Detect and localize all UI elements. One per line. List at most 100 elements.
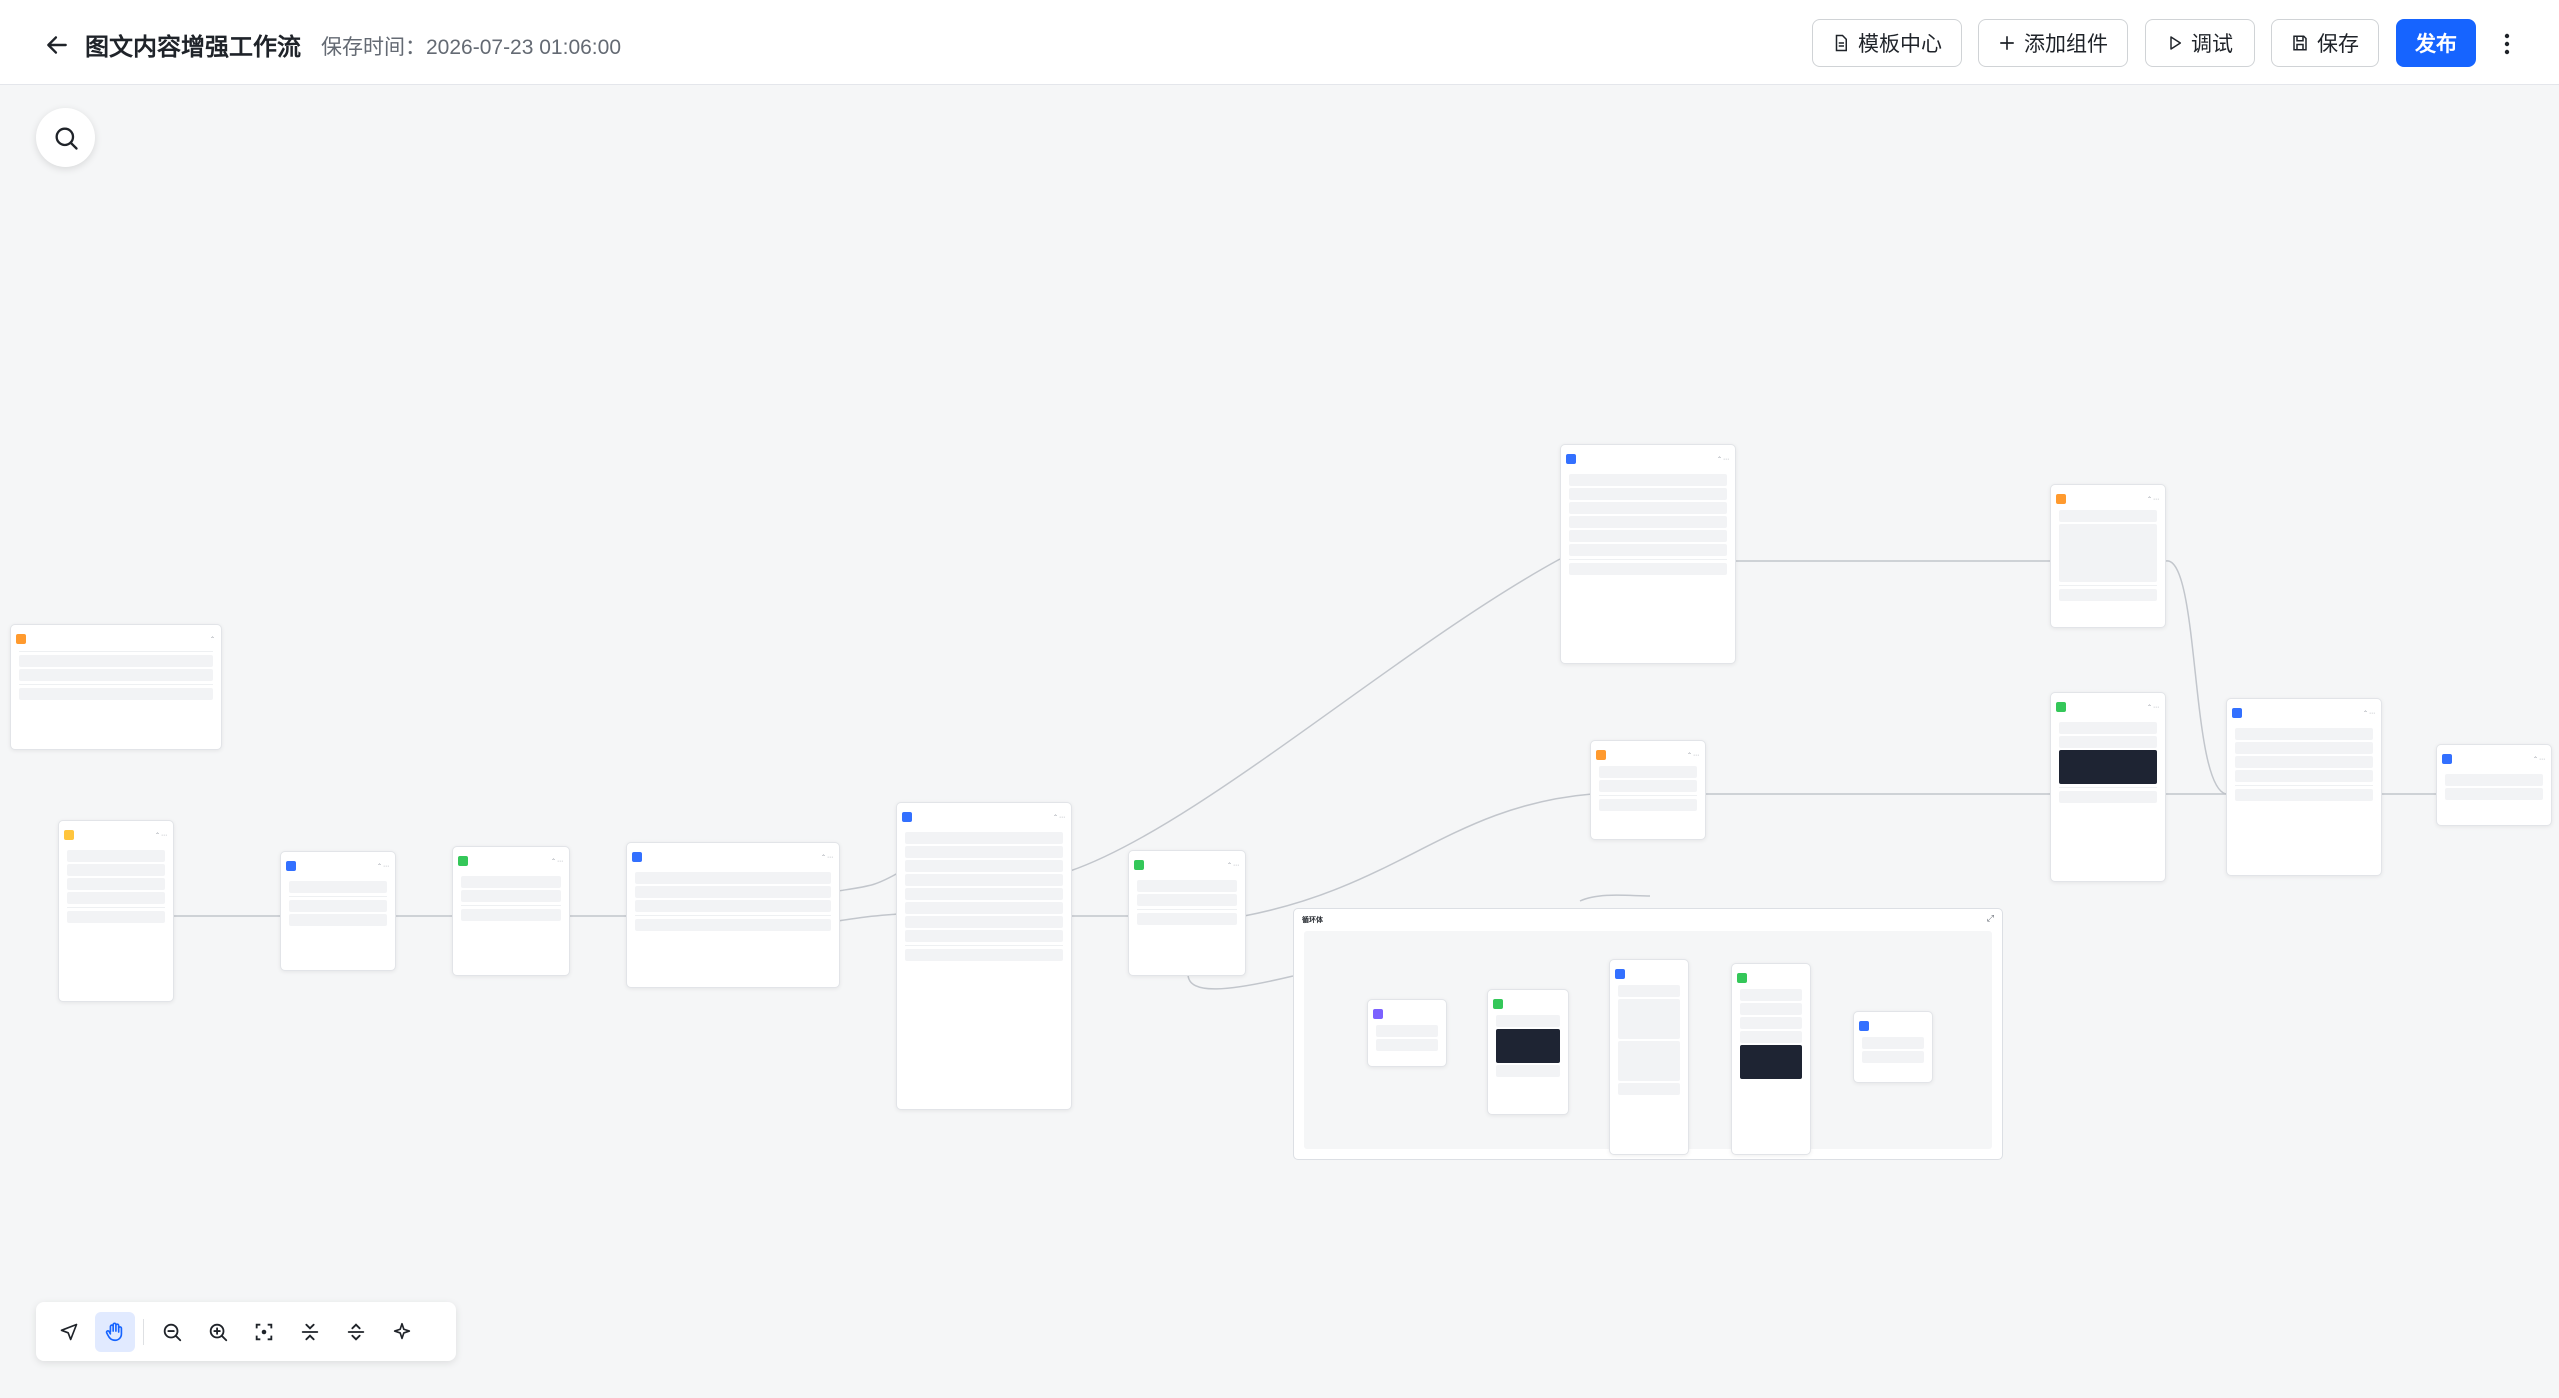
edge	[1579, 894, 1651, 902]
edge	[1069, 558, 1561, 872]
node-type-icon	[1615, 969, 1625, 979]
code-editor[interactable]	[2059, 750, 2157, 784]
workflow-node[interactable]	[1609, 959, 1689, 1155]
workflow-canvas[interactable]: ⌃ ⌃⋯ ⌃⋯ ⌃⋯ ⌃⋯ ⌃⋯ ⌃⋯ ⌃⋯ ⌃⋯ ⌃⋯ ⌃⋯ ⌃⋯ ⌃⋯ 循环…	[0, 86, 2559, 1398]
pointer-tool[interactable]	[49, 1312, 89, 1352]
node-menu-icon[interactable]: ⌃⋯	[2147, 704, 2160, 711]
add-component-label: 添加组件	[2024, 33, 2108, 56]
workflow-node[interactable]	[1487, 989, 1569, 1115]
node-type-icon	[2056, 702, 2066, 712]
collapse-icon	[299, 1321, 321, 1343]
edge-layer	[172, 558, 2436, 1042]
fit-view-button[interactable]	[244, 1312, 284, 1352]
document-icon	[1832, 34, 1850, 52]
loop-group[interactable]: 循环体 ⤢	[1293, 908, 2003, 1160]
add-component-button[interactable]: 添加组件	[1978, 19, 2128, 67]
search-icon	[52, 124, 80, 152]
template-center-button[interactable]: 模板中心	[1812, 19, 1962, 67]
workflow-node[interactable]: ⌃⋯	[2226, 698, 2382, 876]
hand-tool[interactable]	[95, 1311, 135, 1352]
save-time: 保存时间：2026-07-23 01:06:00	[321, 36, 621, 59]
collapse-button[interactable]	[290, 1312, 330, 1352]
node-menu-icon[interactable]: ⌃⋯	[551, 858, 564, 865]
edge	[837, 872, 899, 892]
node-type-icon	[1566, 454, 1576, 464]
workflow-title: 图文内容增强工作流	[85, 34, 301, 61]
workflow-node[interactable]: ⌃⋯	[2050, 692, 2166, 882]
top-bar: 图文内容增强工作流 保存时间：2026-07-23 01:06:00 模板中心 …	[0, 0, 2559, 85]
play-icon	[2167, 35, 2183, 51]
zoom-in-button[interactable]	[198, 1312, 238, 1352]
template-center-label: 模板中心	[1858, 33, 1942, 56]
node-menu-icon[interactable]: ⌃⋯	[377, 863, 390, 870]
node-type-icon	[458, 856, 468, 866]
code-editor[interactable]	[1496, 1029, 1560, 1063]
workflow-node[interactable]: ⌃⋯	[280, 851, 396, 971]
save-icon	[2291, 34, 2309, 52]
node-menu-icon[interactable]: ⌃⋯	[155, 832, 168, 839]
canvas-toolbar	[36, 1302, 456, 1361]
pointer-icon	[59, 1322, 79, 1342]
save-button[interactable]: 保存	[2271, 19, 2379, 67]
node-type-icon	[2232, 708, 2242, 718]
more-button[interactable]	[2492, 26, 2522, 62]
node-type-icon	[1737, 973, 1747, 983]
plus-icon	[1998, 34, 2016, 52]
node-menu-icon[interactable]: ⌃⋯	[1687, 752, 1700, 759]
node-type-icon	[902, 812, 912, 822]
fit-view-icon	[253, 1321, 275, 1343]
edge	[837, 913, 899, 922]
node-collapse-icon[interactable]: ⌃	[210, 636, 216, 643]
zoom-out-icon	[161, 1321, 183, 1343]
node-type-icon	[64, 830, 74, 840]
workflow-node[interactable]	[1853, 1011, 1933, 1083]
node-type-icon	[1596, 750, 1606, 760]
workflow-node[interactable]: ⌃⋯	[896, 802, 1072, 1110]
workflow-node[interactable]: ⌃⋯	[1128, 850, 1246, 976]
loop-group-title: 循环体	[1302, 917, 1323, 924]
arrow-left-icon	[44, 32, 70, 58]
node-type-icon	[16, 634, 26, 644]
publish-button[interactable]: 发布	[2396, 19, 2476, 67]
node-menu-icon[interactable]: ⌃⋯	[821, 854, 834, 861]
workflow-node[interactable]	[1367, 999, 1447, 1067]
workflow-node[interactable]	[1731, 963, 1811, 1155]
toolbar-divider	[143, 1318, 144, 1345]
node-type-icon	[286, 861, 296, 871]
node-type-icon	[1859, 1021, 1869, 1031]
node-type-icon	[1493, 999, 1503, 1009]
auto-layout-button[interactable]	[382, 1312, 422, 1352]
edge	[1243, 793, 1593, 917]
workflow-node[interactable]: ⌃⋯	[58, 820, 174, 1002]
workflow-node[interactable]: ⌃⋯	[2050, 484, 2166, 628]
debug-button[interactable]: 调试	[2145, 19, 2255, 67]
expand-button[interactable]	[336, 1312, 376, 1352]
back-button[interactable]	[38, 26, 76, 64]
hand-icon	[104, 1321, 126, 1343]
workflow-node[interactable]: ⌃	[10, 624, 222, 750]
node-type-icon	[632, 852, 642, 862]
workflow-node[interactable]: ⌃⋯	[452, 846, 570, 976]
loop-body	[1304, 931, 1992, 1155]
save-label: 保存	[2317, 33, 2359, 56]
node-menu-icon[interactable]: ⌃⋯	[2147, 496, 2160, 503]
expand-icon	[345, 1321, 367, 1343]
workflow-node[interactable]: ⌃⋯	[1590, 740, 1706, 840]
expand-icon[interactable]: ⤢	[1987, 913, 1994, 924]
edge	[1187, 973, 1294, 990]
node-menu-icon[interactable]: ⌃⋯	[1717, 456, 1730, 463]
debug-label: 调试	[2191, 33, 2233, 56]
node-menu-icon[interactable]: ⌃⋯	[1053, 814, 1066, 821]
workflow-node[interactable]: ⌃⋯	[1560, 444, 1736, 664]
workflow-node[interactable]: ⌃⋯	[2436, 744, 2552, 826]
node-menu-icon[interactable]: ⌃⋯	[2533, 756, 2546, 763]
node-menu-icon[interactable]: ⌃⋯	[1227, 862, 1240, 869]
canvas-search-button[interactable]	[36, 108, 95, 167]
edge	[2165, 560, 2227, 795]
workflow-node[interactable]: ⌃⋯	[626, 842, 840, 988]
code-editor[interactable]	[1740, 1045, 1802, 1079]
node-type-icon	[1134, 860, 1144, 870]
zoom-out-button[interactable]	[152, 1312, 192, 1352]
node-type-icon	[2442, 754, 2452, 764]
node-menu-icon[interactable]: ⌃⋯	[2363, 710, 2376, 717]
